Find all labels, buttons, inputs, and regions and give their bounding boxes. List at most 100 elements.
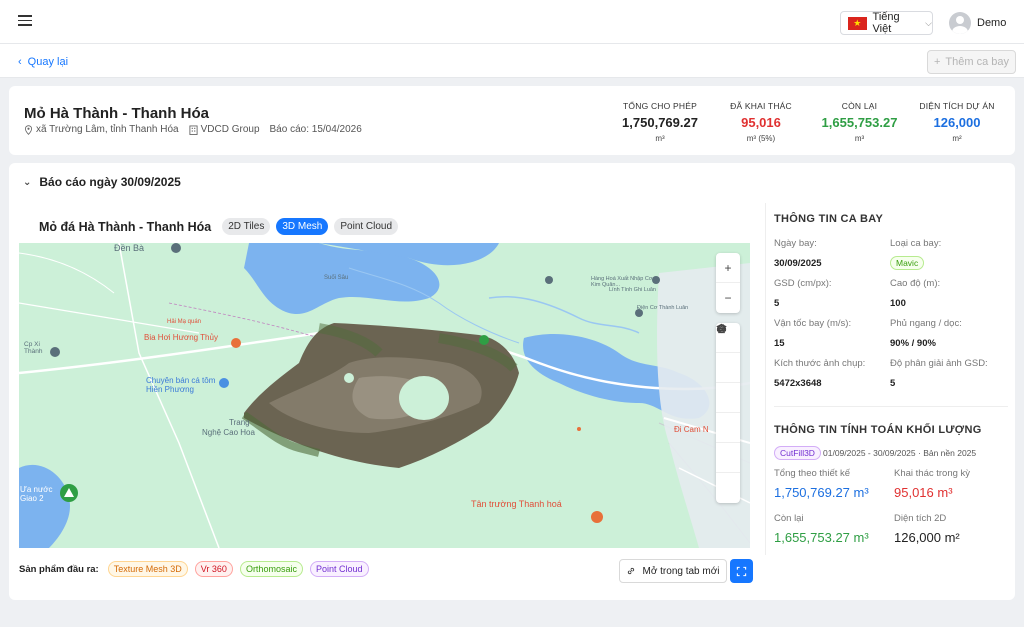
flight-info-heading: THÔNG TIN CA BAY bbox=[774, 213, 884, 225]
field-label: Cao độ (m): bbox=[890, 278, 941, 289]
chevron-left-icon: ‹ bbox=[18, 56, 22, 68]
tab-2d-tiles[interactable]: 2D Tiles bbox=[222, 218, 271, 235]
back-label: Quay lại bbox=[27, 56, 69, 68]
map-viewer[interactable]: Đền Bà Suối Sâu Hải Mạ quán Bia Hơi Hươn… bbox=[19, 243, 750, 548]
project-meta: xã Trường Lâm, tỉnh Thanh Hóa VDCD Group… bbox=[24, 124, 362, 135]
stat-value: 1,750,769.27 bbox=[622, 115, 698, 130]
product-point-cloud[interactable]: Point Cloud bbox=[309, 561, 369, 577]
stat-label: TỔNG CHO PHÉP bbox=[623, 101, 697, 111]
report-collapse-header[interactable]: ⌄ Báo cáo ngày 30/09/2025 bbox=[23, 175, 181, 189]
project-summary-card: Mỏ Hà Thành - Thanh Hóa xã Trường Lâm, t… bbox=[9, 86, 1015, 155]
building-icon bbox=[189, 125, 198, 135]
output-products: Sản phẩm đầu ra: Texture Mesh 3D Vr 360 … bbox=[19, 561, 369, 577]
stat-remaining: CÒN LẠI 1,655,753.27 m³ bbox=[817, 101, 902, 143]
info-side-panel: THÔNG TIN CA BAY Ngày bay: Loại ca bay: … bbox=[765, 203, 1009, 563]
filter-lines-icon[interactable] bbox=[716, 325, 740, 473]
field-label: Còn lại bbox=[774, 513, 804, 524]
back-link[interactable]: ‹ Quay lại bbox=[18, 56, 68, 68]
stat-label: DIỆN TÍCH DỰ ÁN bbox=[919, 101, 995, 111]
sub-bar: ‹ Quay lại + Thêm ca bay bbox=[0, 44, 1024, 78]
gsd-resolution-value: 5 bbox=[890, 378, 896, 389]
map-title: Mỏ đá Hà Thành - Thanh Hóa bbox=[39, 219, 212, 234]
map-label: Đi Cam N bbox=[674, 425, 709, 434]
map-label: Lính Tính Ghi Luân bbox=[609, 287, 656, 293]
stat-project-area: DIỆN TÍCH DỰ ÁN 126,000 m² bbox=[917, 101, 997, 143]
field-label: Loại ca bay: bbox=[890, 238, 942, 249]
zoom-in-icon[interactable]: + bbox=[716, 253, 740, 283]
field-label: Độ phân giải ảnh GSD: bbox=[890, 358, 988, 369]
project-title: Mỏ Hà Thành - Thanh Hóa bbox=[24, 105, 209, 122]
report-date: Báo cáo: 15/04/2026 bbox=[269, 124, 362, 135]
fullscreen-icon bbox=[736, 566, 747, 576]
field-label: Phủ ngang / dọc: bbox=[890, 318, 962, 329]
avatar[interactable] bbox=[949, 12, 971, 34]
stat-value: 95,016 bbox=[741, 115, 781, 130]
stat-label: ĐÃ KHAI THÁC bbox=[730, 101, 792, 111]
layers-3d-icon[interactable] bbox=[716, 323, 740, 383]
report-card: ⌄ Báo cáo ngày 30/09/2025 Mỏ đá Hà Thành… bbox=[9, 163, 1015, 600]
map-tools bbox=[716, 323, 740, 503]
zoom-controls: + − bbox=[716, 253, 740, 313]
project-company: VDCD Group bbox=[189, 124, 260, 135]
flight-date-value: 30/09/2025 bbox=[774, 258, 822, 269]
fullscreen-button[interactable] bbox=[730, 559, 753, 583]
map-label: Trang bbox=[229, 418, 250, 427]
product-vr360[interactable]: Vr 360 bbox=[194, 561, 233, 577]
field-label: Kích thước ảnh chụp: bbox=[774, 358, 866, 369]
map-label: Tân trường Thanh hoá bbox=[471, 499, 562, 509]
divider bbox=[765, 203, 766, 555]
gauge-icon[interactable] bbox=[716, 324, 740, 413]
stat-unit: m³ (5%) bbox=[746, 134, 776, 143]
report-title: Báo cáo ngày 30/09/2025 bbox=[39, 175, 181, 189]
flight-type-badge: Mavic bbox=[890, 256, 925, 270]
map-label: Đền Bà bbox=[114, 243, 145, 253]
map-label: Cp Xi Thành bbox=[24, 341, 43, 355]
map-label: Chuyên bán cá tôm Hiền Phương bbox=[146, 376, 216, 394]
image-size-value: 5472x3648 bbox=[774, 378, 822, 389]
gsd-value: 5 bbox=[774, 298, 780, 309]
tab-3d-mesh[interactable]: 3D Mesh bbox=[276, 218, 329, 235]
vietnam-flag-icon: ★ bbox=[848, 16, 867, 30]
product-texture-mesh[interactable]: Texture Mesh 3D bbox=[107, 561, 188, 577]
add-flight-button[interactable]: + Thêm ca bay bbox=[927, 50, 1016, 74]
open-new-tab-button[interactable]: Mở trong tab mới bbox=[619, 559, 727, 583]
add-flight-label: Thêm ca bay bbox=[945, 56, 1010, 68]
stat-total-allowed: TỔNG CHO PHÉP 1,750,769.27 m³ bbox=[620, 101, 700, 143]
open-new-tab-label: Mở trong tab mới bbox=[642, 565, 720, 577]
product-orthomosaic[interactable]: Orthomosaic bbox=[239, 561, 303, 577]
field-label: Vận tốc bay (m/s): bbox=[774, 318, 852, 329]
remaining-value: 1,655,753.27 m³ bbox=[774, 530, 869, 545]
layers-icon[interactable] bbox=[716, 323, 740, 503]
stat-unit: m² bbox=[952, 134, 962, 143]
map-label: Ưa nước Giao 2 bbox=[20, 485, 53, 503]
ruler-icon[interactable] bbox=[716, 324, 740, 443]
language-selector[interactable]: ★ Tiếng Việt ⌵ bbox=[840, 11, 933, 35]
project-location: xã Trường Lâm, tỉnh Thanh Hóa bbox=[24, 124, 179, 135]
company-text: VDCD Group bbox=[200, 124, 260, 135]
plus-icon: + bbox=[933, 56, 941, 68]
location-pin-icon bbox=[24, 124, 33, 135]
user-name[interactable]: Demo bbox=[977, 17, 1006, 29]
stat-value: 1,655,753.27 bbox=[821, 115, 898, 130]
tab-point-cloud[interactable]: Point Cloud bbox=[334, 218, 399, 235]
field-label: Ngày bay: bbox=[774, 238, 817, 249]
field-label: Tổng theo thiết kế bbox=[774, 468, 851, 479]
stat-unit: m³ bbox=[854, 134, 865, 143]
field-label: GSD (cm/px): bbox=[774, 278, 832, 289]
divider bbox=[774, 406, 1008, 407]
design-total-value: 1,750,769.27 m³ bbox=[774, 485, 869, 500]
stat-mined: ĐÃ KHAI THÁC 95,016 m³ (5%) bbox=[721, 101, 801, 143]
link-icon bbox=[628, 567, 635, 575]
menu-toggle-icon[interactable] bbox=[18, 15, 32, 27]
period-mined-value: 95,016 m³ bbox=[894, 485, 953, 500]
period-text: 01/09/2025 - 30/09/2025 · Bản nền 2025 bbox=[823, 448, 977, 458]
language-label: Tiếng Việt bbox=[872, 11, 900, 35]
stat-value: 126,000 bbox=[933, 115, 981, 130]
area-2d-value: 126,000 m² bbox=[894, 530, 960, 545]
map-label: Suối Sâu bbox=[324, 275, 349, 281]
map-header: Mỏ đá Hà Thành - Thanh Hóa 2D Tiles 3D M… bbox=[39, 218, 399, 235]
zoom-out-icon[interactable]: − bbox=[716, 283, 740, 313]
map-label: Bia Hơi Hương Thủy bbox=[144, 333, 218, 342]
stat-unit: m³ bbox=[655, 134, 665, 143]
products-label: Sản phẩm đầu ra: bbox=[19, 563, 99, 575]
